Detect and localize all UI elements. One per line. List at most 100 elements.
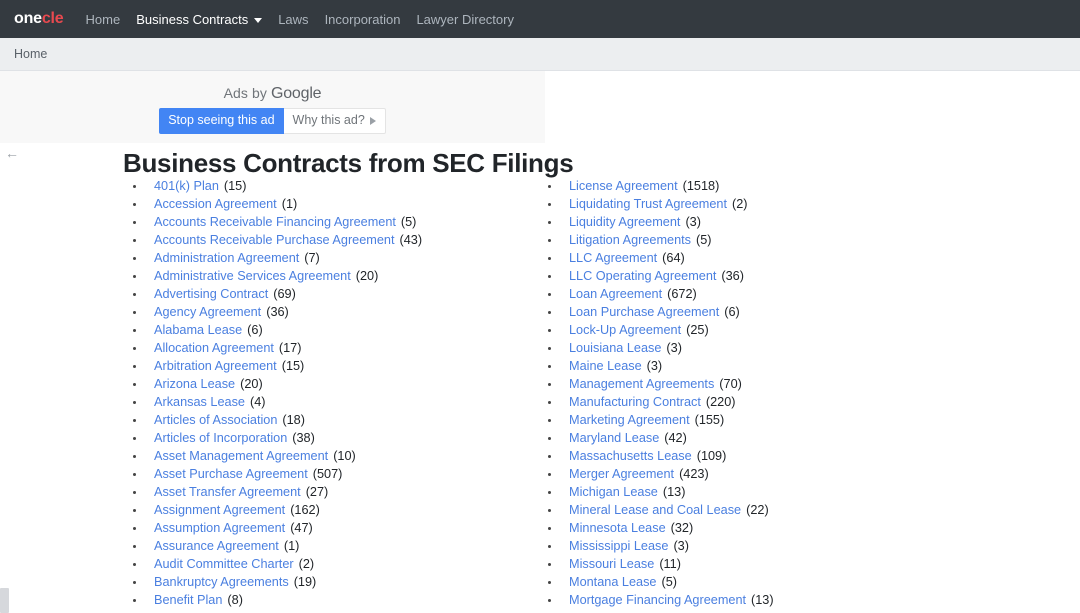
- breadcrumb-item-home[interactable]: Home: [14, 47, 47, 61]
- ad-controls: Stop seeing this ad Why this ad?: [0, 108, 545, 134]
- nav-item-incorporation[interactable]: Incorporation: [325, 13, 401, 26]
- contract-type-link[interactable]: Liquidity Agreement: [569, 215, 680, 229]
- contract-count: (47): [290, 521, 313, 535]
- stop-seeing-this-ad-button[interactable]: Stop seeing this ad: [159, 108, 284, 134]
- contract-type-link[interactable]: 401(k) Plan: [154, 179, 219, 193]
- contract-type-link[interactable]: Liquidating Trust Agreement: [569, 197, 727, 211]
- contract-type-link[interactable]: Audit Committee Charter: [154, 557, 294, 571]
- contract-count: (22): [746, 503, 769, 517]
- back-arrow-icon[interactable]: ←: [4, 145, 20, 161]
- scrollbar-thumb[interactable]: [0, 588, 9, 613]
- contract-type-link[interactable]: Arkansas Lease: [154, 395, 245, 409]
- contract-count: (69): [273, 287, 296, 301]
- nav-item-laws[interactable]: Laws: [278, 13, 308, 26]
- contract-count: (10): [333, 449, 356, 463]
- contract-count: (3): [646, 359, 663, 373]
- contract-count: (1): [283, 539, 300, 553]
- contract-type-link[interactable]: Asset Transfer Agreement: [154, 485, 301, 499]
- contract-count: (2): [298, 557, 315, 571]
- contract-list-item: Advertising Contract (69): [123, 285, 538, 303]
- contract-type-link[interactable]: Missouri Lease: [569, 557, 654, 571]
- contract-count: (27): [305, 485, 329, 499]
- contract-list-item: Loan Purchase Agreement (6): [538, 303, 953, 321]
- contract-type-link[interactable]: Agency Agreement: [154, 305, 261, 319]
- contract-type-link[interactable]: Articles of Incorporation: [154, 431, 287, 445]
- contract-type-link[interactable]: Articles of Association: [154, 413, 277, 427]
- contract-type-link[interactable]: Advertising Contract: [154, 287, 268, 301]
- contract-type-link[interactable]: Maryland Lease: [569, 431, 659, 445]
- contract-type-link[interactable]: Louisiana Lease: [569, 341, 661, 355]
- contract-type-link[interactable]: Mississippi Lease: [569, 539, 668, 553]
- contract-type-link[interactable]: Manufacturing Contract: [569, 395, 701, 409]
- contract-list-item: 401(k) Plan (15): [123, 177, 538, 195]
- contract-type-link[interactable]: License Agreement: [569, 179, 678, 193]
- contract-type-link[interactable]: Accounts Receivable Financing Agreement: [154, 215, 396, 229]
- contract-count: (109): [696, 449, 727, 463]
- contract-list-item: Assignment Agreement (162): [123, 501, 538, 519]
- contract-list-item: Accounts Receivable Financing Agreement (…: [123, 213, 538, 231]
- contract-type-link[interactable]: Accounts Receivable Purchase Agreement: [154, 233, 395, 247]
- contract-type-link[interactable]: Arbitration Agreement: [154, 359, 277, 373]
- contract-count: (1518): [682, 179, 720, 193]
- contract-list-item: Mortgage Financing Agreement (13): [538, 591, 953, 609]
- contract-count: (15): [281, 359, 305, 373]
- contract-count: (8): [227, 593, 243, 607]
- contract-type-link[interactable]: Maine Lease: [569, 359, 642, 373]
- contract-list-item: Bankruptcy Agreements (19): [123, 573, 538, 591]
- contract-type-link[interactable]: Assurance Agreement: [154, 539, 279, 553]
- contract-type-link[interactable]: Loan Agreement: [569, 287, 662, 301]
- contract-type-link[interactable]: Assignment Agreement: [154, 503, 285, 517]
- nav-item-business-contracts[interactable]: Business Contracts: [136, 13, 263, 26]
- contract-type-link[interactable]: Administration Agreement: [154, 251, 299, 265]
- nav-item-lawyer-directory[interactable]: Lawyer Directory: [416, 13, 514, 26]
- why-this-ad-button[interactable]: Why this ad?: [283, 108, 386, 134]
- contract-type-link[interactable]: Merger Agreement: [569, 467, 674, 481]
- nav-item-home[interactable]: Home: [86, 13, 121, 26]
- contract-type-link[interactable]: Assumption Agreement: [154, 521, 285, 535]
- main-content: ← Ads by Google Stop seeing this ad Why …: [0, 71, 1080, 613]
- contract-type-link[interactable]: Management Agreements: [569, 377, 714, 391]
- contract-list-item: Arizona Lease (20): [123, 375, 538, 393]
- contract-type-link[interactable]: Mortgage Financing Agreement: [569, 593, 746, 607]
- contract-type-link[interactable]: Mineral Lease and Coal Lease: [569, 503, 741, 517]
- contract-type-link[interactable]: Litigation Agreements: [569, 233, 691, 247]
- contract-type-link[interactable]: Asset Purchase Agreement: [154, 467, 308, 481]
- contract-type-link[interactable]: Arizona Lease: [154, 377, 235, 391]
- contract-count: (162): [290, 503, 320, 517]
- top-navbar: onecle Home Business Contracts Laws Inco…: [0, 0, 1080, 38]
- contract-list-item: Articles of Association (18): [123, 411, 538, 429]
- contract-list-item: Asset Purchase Agreement (507): [123, 465, 538, 483]
- site-logo[interactable]: onecle: [14, 11, 64, 27]
- contract-count: (43): [399, 233, 423, 247]
- contract-list-item: Asset Management Agreement (10): [123, 447, 538, 465]
- contract-count: (155): [694, 413, 725, 427]
- contract-list-item: Assumption Agreement (47): [123, 519, 538, 537]
- contract-type-link[interactable]: Loan Purchase Agreement: [569, 305, 719, 319]
- contract-type-link[interactable]: Administrative Services Agreement: [154, 269, 351, 283]
- contract-count: (36): [721, 269, 744, 283]
- contract-type-link[interactable]: Marketing Agreement: [569, 413, 690, 427]
- contract-count: (18): [282, 413, 305, 427]
- chevron-down-icon: [254, 17, 263, 23]
- contract-type-link[interactable]: Asset Management Agreement: [154, 449, 328, 463]
- contract-type-link[interactable]: Bankruptcy Agreements: [154, 575, 289, 589]
- contract-list-item: LLC Agreement (64): [538, 249, 953, 267]
- contract-type-link[interactable]: Minnesota Lease: [569, 521, 666, 535]
- contract-type-link[interactable]: LLC Agreement: [569, 251, 657, 265]
- contract-type-link[interactable]: Benefit Plan: [154, 593, 222, 607]
- contract-list-item: Accession Agreement (1): [123, 195, 538, 213]
- contract-list-item: Administrative Services Agreement (20): [123, 267, 538, 285]
- contract-list-column-right: License Agreement (1518) Liquidating Trust…: [538, 177, 953, 609]
- contract-type-link[interactable]: LLC Operating Agreement: [569, 269, 716, 283]
- contract-list-item: Massachusetts Lease (109): [538, 447, 953, 465]
- contract-type-link[interactable]: Accession Agreement: [154, 197, 277, 211]
- contract-type-link[interactable]: Lock-Up Agreement: [569, 323, 681, 337]
- ads-by-google-label: Ads by Google: [0, 85, 545, 103]
- contract-type-link[interactable]: Montana Lease: [569, 575, 656, 589]
- contract-type-link[interactable]: Alabama Lease: [154, 323, 242, 337]
- contract-type-link[interactable]: Michigan Lease: [569, 485, 658, 499]
- contract-type-link[interactable]: Allocation Agreement: [154, 341, 274, 355]
- contract-type-link[interactable]: Massachusetts Lease: [569, 449, 692, 463]
- contract-count: (507): [312, 467, 343, 481]
- contract-count: (423): [679, 467, 709, 481]
